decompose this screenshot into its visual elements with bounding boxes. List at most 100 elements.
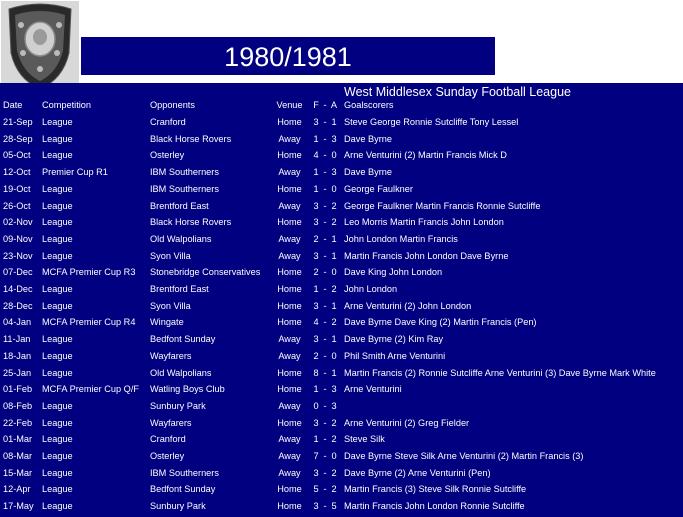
- match-date: 25-Jan: [3, 367, 32, 378]
- match-opponents: Wingate: [150, 317, 184, 328]
- match-goalscorers: Martin Francis (3) Steve Silk Ronnie Sut…: [344, 484, 527, 495]
- table-row: 08-Mar League Osterley Away 7-0 Dave Byrne St…: [0, 448, 683, 465]
- match-goals-against: 1: [331, 334, 337, 345]
- match-competition: Premier Cup R1: [42, 167, 108, 178]
- header-competition: Competition: [42, 100, 92, 110]
- match-opponents: Syon Villa: [150, 250, 191, 261]
- match-opponents: Black Horse Rovers: [150, 217, 232, 228]
- score-dash: -: [323, 317, 327, 328]
- match-competition: League: [42, 334, 73, 345]
- score-dash: -: [323, 501, 327, 512]
- match-competition: League: [42, 501, 73, 512]
- match-goals-for: 1: [313, 183, 319, 194]
- match-date: 08-Feb: [3, 400, 33, 411]
- match-goalscorers: Arne Venturini (2) John London: [344, 300, 472, 311]
- match-goals-for: 2: [313, 233, 319, 244]
- match-goalscorers: Martin Francis John London Dave Byrne: [344, 250, 509, 261]
- match-goals-against: 0: [331, 350, 337, 361]
- header-opponents: Opponents: [150, 100, 195, 110]
- match-venue: Away: [278, 167, 301, 178]
- results-panel: West Middlesex Sunday Football League Da…: [0, 83, 683, 517]
- match-goals-against: 2: [331, 417, 337, 428]
- match-competition: League: [42, 484, 73, 495]
- match-competition: League: [42, 133, 73, 144]
- score-dash: -: [323, 284, 327, 294]
- table-row: 08-Feb League Sunbury Park Away 0-3: [0, 398, 683, 415]
- table-row: 28-Sep League Black Horse Rovers Away 1-3 Dav…: [0, 131, 683, 148]
- match-date: 11-Jan: [3, 334, 31, 345]
- table-row: 17-May League Sunbury Park Home 3-5 Martin Fr…: [0, 498, 683, 515]
- match-opponents: IBM Southerners: [150, 183, 219, 194]
- match-goals-for: 1: [313, 284, 319, 294]
- match-goalscorers: Dave Byrne Steve Silk Arne Venturini (2)…: [344, 451, 584, 461]
- match-competition: League: [42, 183, 73, 194]
- table-row: 18-Jan League Wayfarers Away 2-0 Phil Smith A…: [0, 348, 683, 365]
- score-dash: -: [323, 300, 327, 311]
- table-row: 15-Mar League IBM Southerners Away 3-2 Dave B…: [0, 465, 683, 482]
- header-for: F: [313, 100, 319, 110]
- match-competition: MCFA Premier Cup R3: [42, 267, 136, 278]
- match-competition: League: [42, 233, 73, 244]
- match-goals-against: 3: [331, 384, 337, 395]
- score-dash: -: [323, 384, 327, 395]
- match-goals-for: 2: [313, 267, 319, 278]
- match-opponents: Brentford East: [150, 200, 209, 211]
- match-venue: Away: [278, 334, 301, 345]
- match-opponents: Wayfarers: [150, 417, 192, 428]
- match-goalscorers: Dave Byrne (2) Kim Ray: [344, 334, 444, 345]
- score-dash: -: [323, 400, 327, 411]
- match-date: 09-Nov: [3, 233, 33, 244]
- match-goals-for: 3: [313, 250, 319, 261]
- table-row: 04-Jan MCFA Premier Cup R4 Wingate Home 4-2 D…: [0, 314, 683, 331]
- match-goals-against: 1: [331, 300, 337, 311]
- match-date: 21-Sep: [3, 117, 33, 127]
- score-dash: -: [323, 200, 327, 211]
- match-goals-for: 8: [313, 367, 319, 378]
- table-header: Date Competition Opponents Venue F - A G…: [0, 97, 683, 114]
- match-opponents: Watling Boys Club: [150, 384, 225, 395]
- match-date: 08-Mar: [3, 451, 33, 461]
- match-competition: League: [42, 417, 73, 428]
- match-goals-against: 1: [331, 367, 337, 378]
- match-date: 19-Oct: [3, 183, 31, 194]
- table-row: 25-Jan League Old Walpolians Home 8-1 Martin …: [0, 365, 683, 382]
- match-venue: Home: [277, 484, 302, 495]
- table-row: 12-Apr League Bedfont Sunday Home 5-2 Martin …: [0, 481, 683, 498]
- match-date: 04-Jan: [3, 317, 32, 328]
- match-goals-against: 3: [331, 167, 337, 178]
- header-venue: Venue: [276, 100, 303, 110]
- match-goals-for: 0: [313, 400, 319, 411]
- match-opponents: Osterley: [150, 150, 185, 161]
- match-goals-for: 4: [313, 317, 319, 328]
- match-date: 05-Oct: [3, 150, 31, 161]
- match-goals-against: 3: [331, 400, 337, 411]
- match-date: 12-Apr: [3, 484, 31, 495]
- match-goalscorers: Dave Byrne (2) Arne Venturini (Pen): [344, 467, 491, 478]
- match-goalscorers: Steve Silk: [344, 434, 385, 445]
- table-row: 14-Dec League Brentford East Home 1-2 John Lo…: [0, 281, 683, 298]
- match-goals-for: 3: [313, 300, 319, 311]
- match-goalscorers: Arne Venturini: [344, 384, 402, 395]
- match-goalscorers: Dave Byrne: [344, 167, 393, 178]
- header-goalscorers: Goalscorers: [344, 100, 394, 110]
- match-goals-against: 2: [331, 484, 337, 495]
- match-venue: Away: [278, 250, 301, 261]
- match-goalscorers: Dave King John London: [344, 267, 443, 278]
- match-goalscorers: Martin Francis (2) Ronnie Sutcliffe Arne…: [344, 367, 656, 378]
- match-date: 28-Dec: [3, 300, 33, 311]
- table-row: 19-Oct League IBM Southerners Home 1-0 George…: [0, 181, 683, 198]
- match-goalscorers: George Faulkner Martin Francis Ronnie Su…: [344, 200, 541, 211]
- match-goals-against: 2: [331, 317, 337, 328]
- header-date: Date: [3, 100, 23, 110]
- match-date: 23-Nov: [3, 250, 33, 261]
- match-goalscorers: Dave Byrne Dave King (2) Martin Francis …: [344, 317, 537, 328]
- match-opponents: Cranford: [150, 117, 186, 127]
- match-goals-against: 2: [331, 434, 337, 445]
- match-competition: League: [42, 250, 73, 261]
- match-venue: Away: [278, 400, 301, 411]
- match-goals-against: 1: [331, 117, 337, 127]
- match-competition: League: [42, 117, 73, 127]
- match-venue: Away: [278, 350, 301, 361]
- table-row: 01-Mar League Cranford Away 1-2 Steve Silk: [0, 431, 683, 448]
- match-goals-for: 1: [313, 434, 319, 445]
